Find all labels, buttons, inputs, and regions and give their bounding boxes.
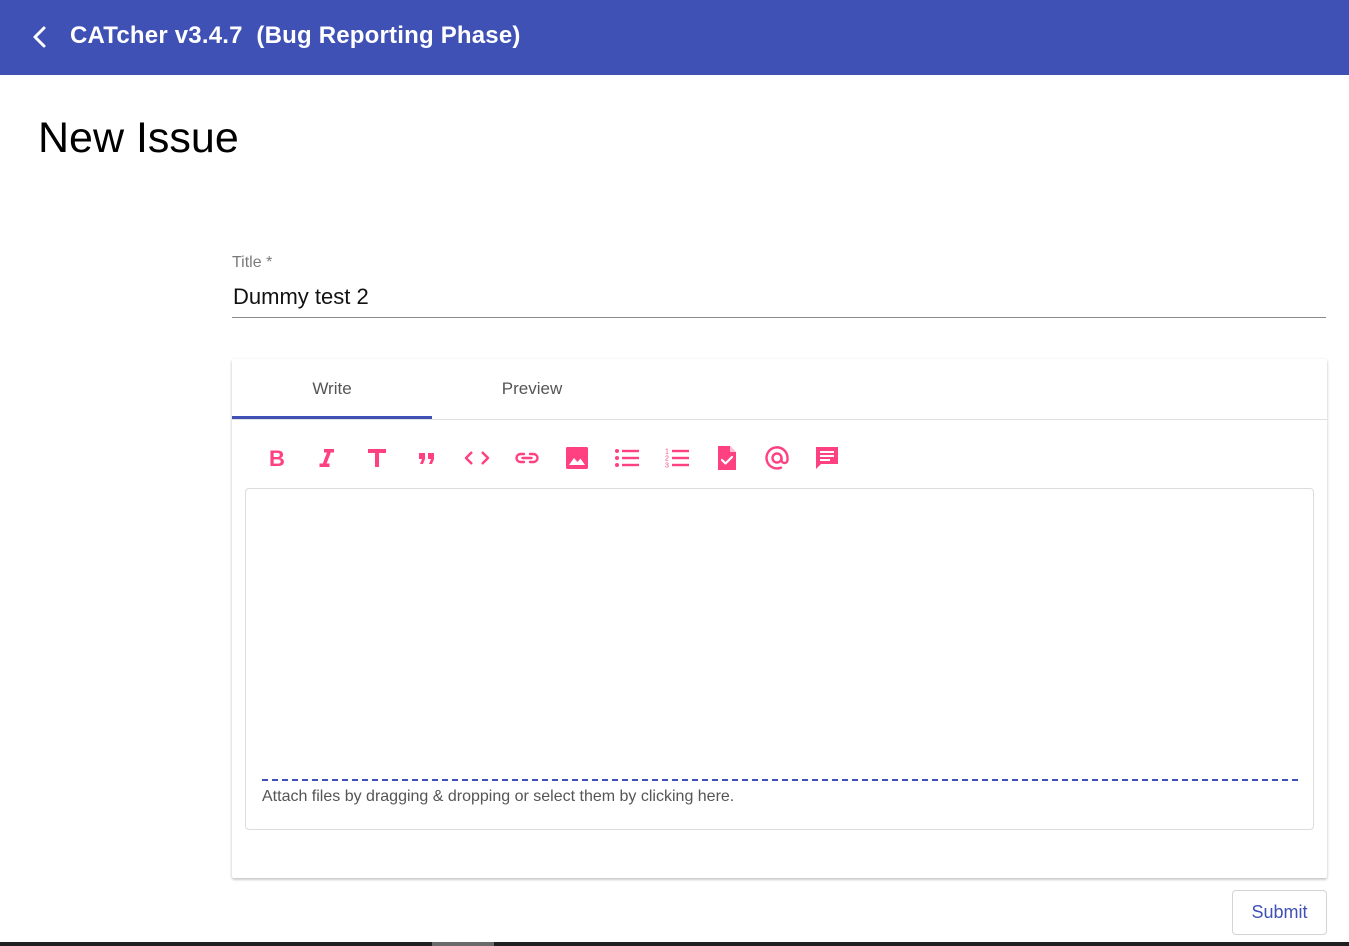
header-button[interactable] bbox=[352, 441, 402, 475]
description-box: Attach files by dragging & dropping or s… bbox=[245, 488, 1314, 830]
markdown-toolbar: B 1 2 3 bbox=[252, 441, 852, 475]
bottom-scrollbar bbox=[0, 942, 1349, 946]
code-button[interactable] bbox=[452, 441, 502, 475]
task-list-icon bbox=[718, 446, 736, 470]
svg-text:1: 1 bbox=[665, 449, 669, 456]
svg-text:2: 2 bbox=[665, 456, 669, 463]
app-title: CATcher v3.4.7 (Bug Reporting Phase) bbox=[70, 22, 521, 49]
title-label: Title * bbox=[232, 254, 273, 271]
app-header: CATcher v3.4.7 (Bug Reporting Phase) bbox=[0, 0, 1349, 75]
tab-preview-label: Preview bbox=[501, 379, 563, 398]
title-field: Title * bbox=[232, 252, 1326, 318]
image-button[interactable] bbox=[552, 441, 602, 475]
tab-write[interactable]: Write bbox=[232, 359, 432, 419]
svg-text:B: B bbox=[269, 446, 285, 470]
description-textarea[interactable] bbox=[260, 499, 1300, 767]
bold-icon: B bbox=[269, 446, 285, 470]
chevron-left-icon bbox=[33, 26, 46, 48]
editor-tabs: Write Preview bbox=[232, 359, 1327, 420]
saved-reply-button[interactable] bbox=[802, 441, 852, 475]
task-list-button[interactable] bbox=[702, 441, 752, 475]
page-title: New Issue bbox=[38, 114, 239, 162]
italic-button[interactable] bbox=[302, 441, 352, 475]
ordered-list-button[interactable]: 1 2 3 bbox=[652, 441, 702, 475]
image-icon bbox=[566, 447, 588, 469]
submit-button[interactable]: Submit bbox=[1232, 890, 1327, 935]
attach-dropzone-divider bbox=[262, 779, 1298, 781]
mention-icon bbox=[765, 446, 789, 470]
bold-button[interactable]: B bbox=[252, 441, 302, 475]
link-icon bbox=[515, 452, 539, 464]
link-button[interactable] bbox=[502, 441, 552, 475]
title-input[interactable] bbox=[232, 282, 1326, 312]
header-icon bbox=[368, 449, 386, 467]
italic-icon bbox=[319, 449, 334, 467]
active-tab-indicator bbox=[232, 416, 432, 419]
quote-icon bbox=[419, 453, 434, 464]
unordered-list-icon bbox=[615, 449, 639, 467]
back-button[interactable] bbox=[24, 20, 56, 54]
quote-button[interactable] bbox=[402, 441, 452, 475]
tab-write-label: Write bbox=[312, 379, 352, 398]
svg-text:3: 3 bbox=[665, 463, 669, 470]
mention-button[interactable] bbox=[752, 441, 802, 475]
description-editor: Write Preview B 1 2 3 Attach files by dr… bbox=[232, 359, 1327, 878]
scrollbar-thumb[interactable] bbox=[432, 942, 494, 946]
tab-preview[interactable]: Preview bbox=[432, 359, 632, 419]
saved-reply-icon bbox=[816, 447, 838, 469]
ordered-list-icon: 1 2 3 bbox=[665, 449, 689, 470]
code-icon bbox=[464, 451, 490, 465]
unordered-list-button[interactable] bbox=[602, 441, 652, 475]
attach-files-link[interactable]: Attach files by dragging & dropping or s… bbox=[262, 787, 734, 807]
